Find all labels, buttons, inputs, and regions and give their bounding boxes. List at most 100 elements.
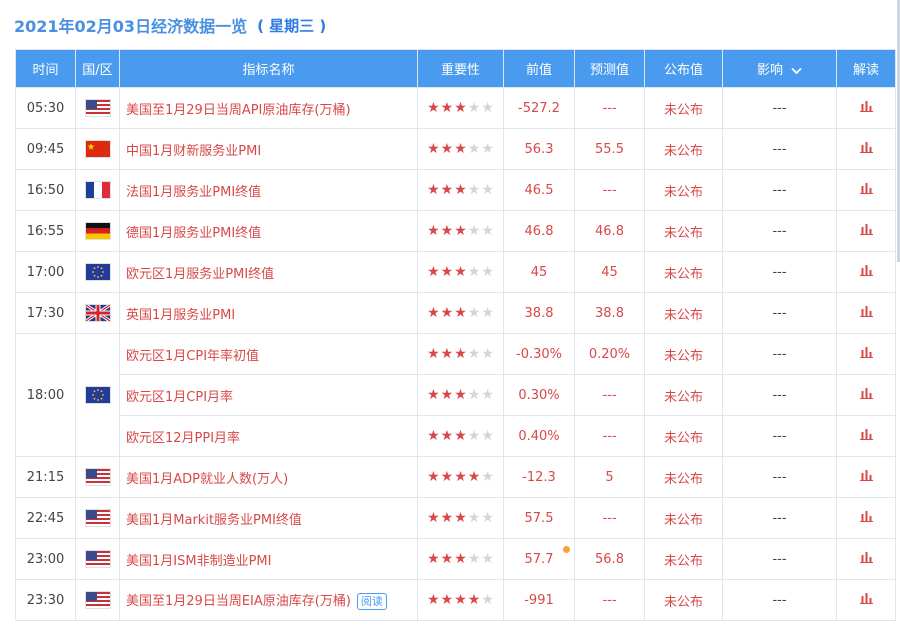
- star-icon: ★: [440, 346, 454, 362]
- table-row: 欧元区12月PPI月率 ★ ★ ★ ★ ★ 0.40% --- 未公布 ---: [16, 415, 896, 457]
- bar-chart-icon[interactable]: [859, 346, 873, 362]
- chevron-down-icon[interactable]: [791, 67, 802, 75]
- indicator-name[interactable]: 美国至1月29日当周API原油库存(万桶): [119, 87, 418, 129]
- star-icon: ★: [454, 551, 467, 567]
- bar-chart-icon[interactable]: [859, 182, 873, 198]
- country-cell: [75, 456, 120, 498]
- indicator-name[interactable]: 欧元区1月CPI月率: [119, 374, 418, 416]
- table-header-row: 时间 国/区 指标名称 重要性 前值 预测值 公布值 影响 解读: [15, 49, 896, 88]
- previous-value: -12.3: [522, 469, 556, 485]
- star-icon: ★: [481, 100, 494, 116]
- table-row: 05:30 美国至1月29日当周API原油库存(万桶) ★ ★ ★ ★ ★ -527.2 ---…: [15, 87, 896, 129]
- bar-chart-icon[interactable]: [859, 264, 873, 280]
- actual-cell: 未公布: [644, 579, 723, 621]
- previous-value: 57.5: [524, 510, 554, 526]
- importance-cell: ★ ★ ★ ★ ★: [417, 497, 504, 539]
- bar-chart-icon[interactable]: [859, 100, 873, 116]
- indicator-name[interactable]: 中国1月财新服务业PMI: [119, 128, 418, 170]
- star-icon: ★: [454, 100, 467, 116]
- bar-chart-icon[interactable]: [859, 387, 873, 403]
- indicator-name[interactable]: 德国1月服务业PMI终值: [119, 210, 418, 252]
- star-icon: ★: [427, 346, 440, 362]
- star-icon: ★: [427, 510, 440, 526]
- previous-cell: 46.8: [503, 210, 575, 252]
- analysis-cell[interactable]: [836, 292, 896, 334]
- analysis-cell[interactable]: [836, 538, 896, 580]
- analysis-cell[interactable]: [836, 415, 896, 457]
- star-icon: ★: [481, 551, 494, 567]
- col-header-impact[interactable]: 影响: [722, 49, 837, 88]
- impact-cell: ---: [722, 374, 837, 416]
- analysis-cell[interactable]: [836, 87, 896, 129]
- bar-chart-icon[interactable]: [859, 510, 873, 526]
- importance-stars: ★ ★ ★ ★ ★: [427, 100, 494, 116]
- revised-dot-icon: [563, 546, 570, 553]
- bar-chart-icon[interactable]: [859, 223, 873, 239]
- analysis-cell[interactable]: [836, 169, 896, 211]
- star-icon: ★: [440, 182, 454, 198]
- analysis-cell[interactable]: [836, 497, 896, 539]
- analysis-cell[interactable]: [836, 456, 896, 498]
- star-icon: ★: [467, 428, 481, 444]
- actual-cell: 未公布: [644, 169, 723, 211]
- forecast-cell: 0.20%: [574, 333, 645, 375]
- star-icon: ★: [440, 100, 454, 116]
- time-cell: 16:55: [15, 210, 76, 252]
- table-row: 23:30 美国至1月29日当周EIA原油库存(万桶) 阅读 ★ ★ ★ ★ ★ -991 ---…: [15, 579, 896, 621]
- read-link[interactable]: 阅读: [356, 593, 387, 610]
- impact-cell: ---: [722, 210, 837, 252]
- indicator-name[interactable]: 美国1月Markit服务业PMI终值: [119, 497, 418, 539]
- indicator-name[interactable]: 美国1月ADP就业人数(万人): [119, 456, 418, 498]
- importance-cell: ★ ★ ★ ★ ★: [417, 251, 504, 293]
- analysis-cell[interactable]: [836, 374, 896, 416]
- indicator-name[interactable]: 欧元区1月CPI年率初值: [119, 333, 418, 375]
- star-icon: ★: [467, 551, 481, 567]
- bar-chart-icon[interactable]: [859, 592, 873, 608]
- analysis-cell[interactable]: [836, 210, 896, 252]
- time-cell: 17:30: [15, 292, 76, 334]
- bar-chart-icon[interactable]: [859, 141, 873, 157]
- bar-chart-icon[interactable]: [859, 469, 873, 485]
- table-row: 22:45 美国1月Markit服务业PMI终值 ★ ★ ★ ★ ★ 57.5 --- 未公布 --…: [15, 497, 896, 539]
- star-icon: ★: [467, 141, 481, 157]
- country-cell: [75, 169, 120, 211]
- analysis-cell[interactable]: [836, 251, 896, 293]
- time-cell: 23:00: [15, 538, 76, 580]
- bar-chart-icon[interactable]: [859, 551, 873, 567]
- analysis-cell[interactable]: [836, 128, 896, 170]
- indicator-name[interactable]: 欧元区12月PPI月率: [119, 415, 418, 457]
- actual-cell: 未公布: [644, 538, 723, 580]
- country-cell: [75, 538, 120, 580]
- bar-chart-icon[interactable]: [859, 428, 873, 444]
- importance-cell: ★ ★ ★ ★ ★: [417, 579, 504, 621]
- indicator-name[interactable]: 美国1月ISM非制造业PMI: [119, 538, 418, 580]
- star-icon: ★: [440, 551, 454, 567]
- analysis-cell[interactable]: [836, 333, 896, 375]
- previous-cell: 0.40%: [503, 415, 575, 457]
- star-icon: ★: [481, 346, 494, 362]
- importance-cell: ★ ★ ★ ★ ★: [417, 169, 504, 211]
- star-icon: ★: [481, 264, 494, 280]
- indicator-label: 法国1月服务业PMI终值: [126, 184, 262, 200]
- page-title: 2021年02月03日经济数据一览: [14, 17, 248, 36]
- importance-stars: ★ ★ ★ ★ ★: [427, 182, 494, 198]
- country-cell: [75, 251, 120, 293]
- star-icon: ★: [454, 141, 467, 157]
- indicator-name[interactable]: 欧元区1月服务业PMI终值: [119, 251, 418, 293]
- table-row: 欧元区1月CPI月率 ★ ★ ★ ★ ★ 0.30% --- 未公布 ---: [16, 374, 896, 416]
- importance-stars: ★ ★ ★ ★ ★: [427, 387, 494, 403]
- col-header-impact-label: 影响: [756, 63, 783, 78]
- weekday-label: ( 星期三 ): [257, 16, 327, 35]
- indicator-name[interactable]: 法国1月服务业PMI终值: [119, 169, 418, 211]
- flag-cn-icon: [84, 140, 111, 158]
- indicator-name[interactable]: 英国1月服务业PMI: [119, 292, 418, 334]
- analysis-cell[interactable]: [836, 579, 896, 621]
- bar-chart-icon[interactable]: [859, 305, 873, 321]
- star-icon: ★: [427, 264, 440, 280]
- forecast-cell: ---: [574, 169, 645, 211]
- forecast-cell: 46.8: [574, 210, 645, 252]
- star-icon: ★: [454, 182, 467, 198]
- indicator-name[interactable]: 美国至1月29日当周EIA原油库存(万桶) 阅读: [119, 579, 418, 621]
- importance-cell: ★ ★ ★ ★ ★: [417, 87, 504, 129]
- flag-us-icon: [84, 591, 111, 609]
